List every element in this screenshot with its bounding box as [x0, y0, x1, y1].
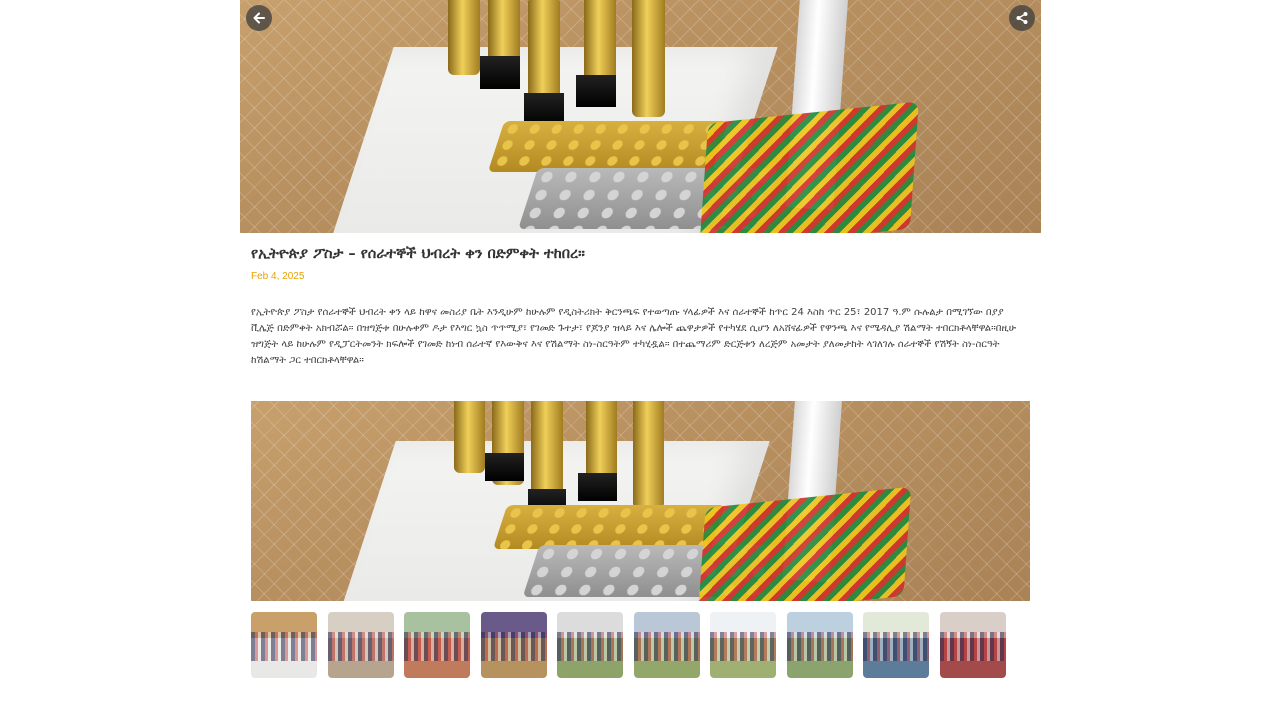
trophy-cup [632, 0, 665, 117]
gallery-thumbnail-group-photo[interactable] [404, 612, 470, 678]
gallery-thumbnail-crowd-field[interactable] [557, 612, 623, 678]
thumbnail-people [710, 631, 776, 662]
gallery-thumbnails [251, 612, 1031, 678]
thumbnail-people [327, 631, 394, 662]
gallery-thumbnail-speaker[interactable] [327, 612, 394, 678]
share-button[interactable] [1009, 5, 1035, 31]
thumbnail-people [939, 631, 1006, 662]
gallery-thumbnail-hall-audience[interactable] [939, 612, 1006, 678]
hero-image [240, 0, 1041, 233]
trophy-base [484, 453, 524, 481]
trophy-base [576, 74, 617, 108]
thumbnail-people [251, 631, 317, 662]
arrow-left-icon [253, 12, 265, 24]
gold-medals [493, 505, 726, 549]
back-button[interactable] [246, 5, 272, 31]
trophy-cup [632, 401, 664, 509]
trophy-base [578, 473, 618, 501]
thumbnail-people [480, 631, 547, 662]
gold-medals [487, 121, 729, 173]
article-body: የኢትዮጵያ ፖስታ የሰራተኞች ህብረት ቀን ላይ ከዋና መስሪያ ቤት… [251, 307, 1017, 366]
post-detail-page: የኢትዮጵያ ፖስታ – የሰራተኞች ህብረት ቀን በድምቀት ተከበረ። … [0, 0, 1280, 713]
thumbnail-people [557, 631, 623, 662]
article-title: የኢትዮጵያ ፖስታ – የሰራተኞች ህብረት ቀን በድምቀት ተከበረ። [251, 246, 585, 262]
trophy-cup [584, 0, 617, 84]
article-date: Feb 4, 2025 [251, 271, 305, 282]
share-icon [1016, 12, 1028, 24]
gallery-thumbnail-tug-of-war[interactable] [480, 612, 547, 678]
thumbnail-people [786, 631, 853, 662]
trophy-cup [453, 401, 485, 473]
trophy-cup [585, 401, 618, 481]
medal-ribbons [698, 101, 919, 233]
thumbnail-people [633, 631, 700, 662]
trophy-cup [531, 401, 563, 501]
gallery-thumbnail-trophies[interactable] [251, 612, 317, 678]
gallery-thumbnail-award-group[interactable] [863, 612, 929, 678]
gallery-thumbnail-football-2[interactable] [786, 612, 853, 678]
trophy-cup [528, 0, 561, 108]
gallery-main-image[interactable] [251, 401, 1030, 601]
gallery-thumbnail-football-1[interactable] [633, 612, 700, 678]
thumbnail-people [404, 631, 470, 662]
trophy-base [480, 55, 521, 89]
gallery-thumbnail-tent-field[interactable] [710, 612, 776, 678]
thumbnail-people [863, 631, 929, 662]
trophy-cup [448, 0, 481, 75]
